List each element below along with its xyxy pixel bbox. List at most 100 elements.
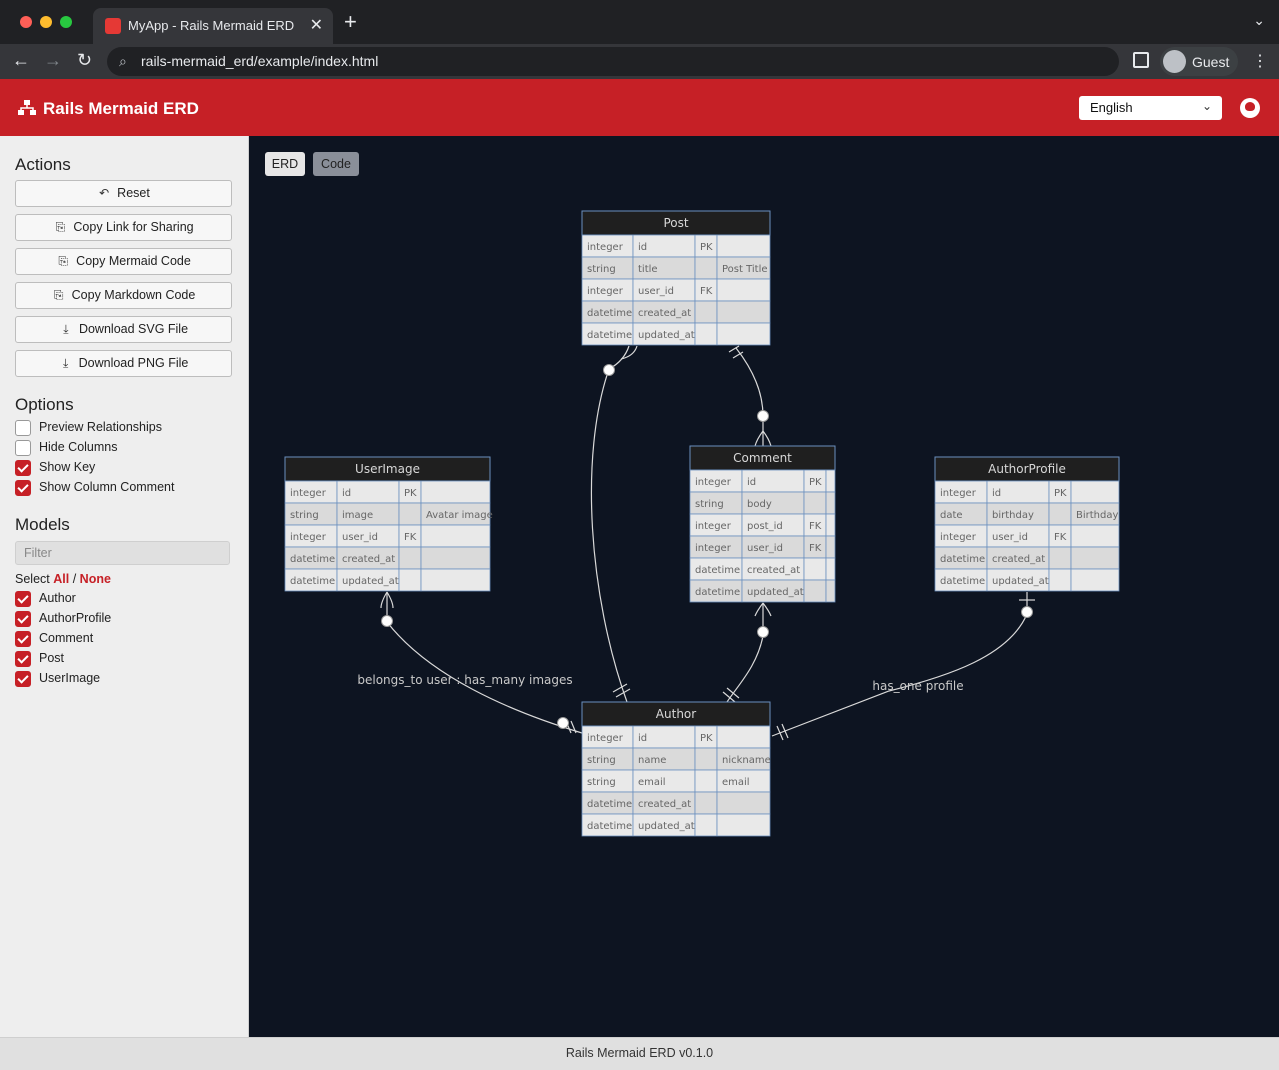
copy-mermaid-label: Copy Mermaid Code xyxy=(76,254,191,268)
download-svg-button[interactable]: ⤓ Download SVG File xyxy=(15,316,232,343)
entity-cell-text: FK xyxy=(1054,532,1067,543)
entity-cell-text: string xyxy=(587,264,616,275)
entity-cell xyxy=(694,322,718,346)
copy-link-label: Copy Link for Sharing xyxy=(73,220,194,234)
userimage-author-zero-circle xyxy=(557,717,569,729)
entity-cell-text: FK xyxy=(700,286,713,297)
minimize-window-button[interactable] xyxy=(40,16,52,28)
post-crowsfoot xyxy=(608,345,638,370)
author-checkbox[interactable] xyxy=(15,591,31,607)
reset-button[interactable]: ↶ Reset xyxy=(15,180,232,207)
entity-cell xyxy=(825,579,836,603)
app-header: Rails Mermaid ERD English ⌄ xyxy=(0,79,1279,136)
entity-cell xyxy=(825,469,836,493)
show-column-comment-checkbox[interactable] xyxy=(15,480,31,496)
browser-menu-icon[interactable]: ⋮ xyxy=(1252,51,1268,71)
copy-link-button[interactable]: ⎘ Copy Link for Sharing xyxy=(15,214,232,241)
entities: Post integer id PK string title Post Title inte… xyxy=(284,210,1120,837)
userimage-author-line xyxy=(386,592,583,734)
back-arrow-icon[interactable]: ← xyxy=(12,50,30,71)
entity-cell-text: email xyxy=(722,777,750,788)
entity-cell xyxy=(716,813,771,837)
browser-tab[interactable]: MyApp - Rails Mermaid ERD ✕ xyxy=(93,8,333,44)
language-select[interactable]: English ⌄ xyxy=(1079,96,1222,120)
download-png-button[interactable]: ⤓ Download PNG File xyxy=(15,350,232,377)
select-separator: / xyxy=(72,572,77,586)
entity-cell xyxy=(716,300,771,324)
entity-cell xyxy=(716,278,771,302)
select-none-link[interactable]: None xyxy=(80,572,111,586)
search-icon: ⌕ xyxy=(119,53,127,69)
close-window-button[interactable] xyxy=(20,16,32,28)
entity-comment[interactable]: Comment integer id PK string body integer post_… xyxy=(689,445,836,603)
entity-cell-text: datetime xyxy=(587,799,632,810)
address-bar[interactable]: ⌕ rails-mermaid_erd/example/index.html xyxy=(107,47,1119,76)
entity-cell-text: integer xyxy=(940,532,977,543)
entity-cell xyxy=(1070,524,1120,548)
post-author-line xyxy=(590,368,628,703)
profile-button[interactable]: Guest xyxy=(1160,47,1238,76)
select-all-none: Select All / None xyxy=(15,572,111,586)
user-image-checkbox[interactable] xyxy=(15,671,31,687)
select-all-link[interactable]: All xyxy=(53,572,69,586)
entity-cell-text: title xyxy=(638,264,658,275)
entity-cell xyxy=(694,813,718,837)
entity-cell xyxy=(825,513,836,537)
entity-author[interactable]: Author integer id PK string name nickname strin… xyxy=(581,701,771,837)
maximize-window-button[interactable] xyxy=(60,16,72,28)
entity-cell xyxy=(803,557,827,581)
new-tab-icon[interactable]: + xyxy=(344,11,357,33)
entity-cell-text: created_at xyxy=(638,799,691,810)
model-label: UserImage xyxy=(39,671,101,685)
models-title: Models xyxy=(15,515,70,534)
entity-cell-text: body xyxy=(747,499,772,510)
entity-post[interactable]: Post integer id PK string title Post Title inte… xyxy=(581,210,771,346)
entity-title: Author xyxy=(656,707,696,721)
userimage-zero-circle xyxy=(381,615,393,627)
reset-label: Reset xyxy=(117,186,150,200)
copy-mermaid-button[interactable]: ⎘ Copy Mermaid Code xyxy=(15,248,232,275)
entity-cell-text: datetime xyxy=(587,330,632,341)
entity-cell-text: user_id xyxy=(747,543,783,554)
entity-cell-text: date xyxy=(940,510,963,521)
preview-relationships-checkbox[interactable] xyxy=(15,420,31,436)
copy-markdown-button[interactable]: ⎘ Copy Markdown Code xyxy=(15,282,232,309)
model-label: Post xyxy=(39,651,65,665)
entity-cell-text: user_id xyxy=(342,532,378,543)
forward-arrow-icon[interactable]: → xyxy=(44,50,62,71)
download-svg-label: Download SVG File xyxy=(78,322,189,336)
actions-title: Actions xyxy=(15,155,71,174)
browser-tab-bar: MyApp - Rails Mermaid ERD ✕ + ⌄ xyxy=(0,0,1279,44)
comment-checkbox[interactable] xyxy=(15,631,31,647)
post-comment-line xyxy=(735,347,764,446)
entity-cell xyxy=(716,234,771,258)
entity-cell-text: integer xyxy=(695,543,732,554)
entity-cell-text: created_at xyxy=(638,308,691,319)
reload-icon[interactable]: ↻ xyxy=(77,50,92,71)
profile-author-line xyxy=(771,592,1028,737)
entity-cell xyxy=(420,568,491,592)
entity-cell xyxy=(398,502,422,526)
close-tab-icon[interactable]: ✕ xyxy=(310,15,323,35)
entity-cell xyxy=(825,535,836,559)
entity-title: Post xyxy=(663,216,688,230)
entity-cell-text: nickname xyxy=(722,755,771,766)
entity-user-image[interactable]: UserImage integer id PK string image Avatar im… xyxy=(284,456,493,592)
github-icon[interactable] xyxy=(1240,98,1260,118)
show-key-checkbox[interactable] xyxy=(15,460,31,476)
model-filter-input[interactable] xyxy=(15,541,230,565)
entity-author-profile[interactable]: AuthorProfile integer id PK date birthday Birt… xyxy=(934,456,1120,592)
entity-cell-text: user_id xyxy=(638,286,674,297)
erd-canvas[interactable]: ERD Code belongs_to user: has_many imag… xyxy=(249,136,1279,1037)
entity-cell xyxy=(1048,546,1072,570)
entity-cell-text: Avatar image xyxy=(426,510,493,521)
entity-cell xyxy=(716,791,771,815)
model-label: Author xyxy=(39,591,76,605)
side-panel-icon[interactable] xyxy=(1133,52,1149,68)
author-profile-checkbox[interactable] xyxy=(15,611,31,627)
hide-columns-checkbox[interactable] xyxy=(15,440,31,456)
entity-cell xyxy=(803,491,827,515)
tab-search-chevron-icon[interactable]: ⌄ xyxy=(1253,12,1265,29)
entity-cell-text: created_at xyxy=(342,554,395,565)
post-checkbox[interactable] xyxy=(15,651,31,667)
